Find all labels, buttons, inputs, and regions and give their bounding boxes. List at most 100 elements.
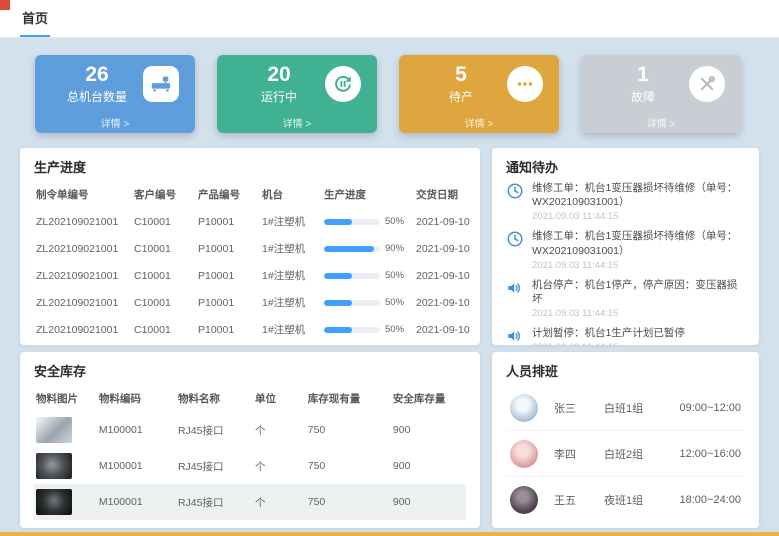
card-text: 20 运行中 bbox=[233, 64, 325, 105]
product-no: P10001 bbox=[196, 235, 260, 262]
shift-label: 白班1组 bbox=[604, 400, 676, 416]
material-code: M100001 bbox=[97, 448, 176, 484]
unit: 个 bbox=[253, 448, 306, 484]
stat-card-standby[interactable]: 5 待产 详情 > bbox=[399, 55, 559, 133]
table-row: ZL202109021001 C10001 P10001 1#注塑机 90% 2… bbox=[34, 235, 480, 262]
stat-value: 1 bbox=[637, 64, 649, 85]
progress-label: 50% bbox=[385, 216, 404, 227]
notification-body: 机台停产：机台1停产，停产原因：变压器损坏 2021.09.03 11:44:1… bbox=[532, 278, 745, 319]
delivery-date: 2021-09-10 bbox=[414, 262, 480, 289]
detail-link[interactable]: 详情 > bbox=[35, 115, 195, 130]
progress-bar bbox=[324, 273, 380, 279]
stat-label: 运行中 bbox=[261, 88, 297, 105]
panel-staff-schedule: 人员排班 张三 白班1组 09:00~12:00 李四 白班2组 12:00~1… bbox=[492, 352, 759, 528]
production-table: 制令单编号 客户编号 产品编号 机台 生产进度 交货日期 ZL202109021… bbox=[34, 181, 480, 343]
material-code: M100001 bbox=[97, 412, 176, 448]
column-header: 生产进度 bbox=[322, 181, 414, 208]
stat-card-total-machines[interactable]: 26 总机台数量 详情 > bbox=[35, 55, 195, 133]
staff-name: 李四 bbox=[554, 446, 604, 462]
notification-item[interactable]: 维修工单：机台1变压器损坏待维修（单号：WX202109031001） 2021… bbox=[506, 181, 745, 222]
column-header: 客户编号 bbox=[132, 181, 196, 208]
staff-name: 张三 bbox=[554, 400, 604, 416]
column-header: 机台 bbox=[260, 181, 322, 208]
material-image bbox=[36, 453, 72, 479]
stat-card-fault[interactable]: 1 故障 详情 > bbox=[581, 55, 741, 133]
material-name: RJ45接口 bbox=[176, 412, 253, 448]
column-header: 物料编码 bbox=[97, 385, 176, 412]
product-no: P10001 bbox=[196, 208, 260, 235]
stat-label: 待产 bbox=[449, 88, 473, 105]
stat-card-running[interactable]: 20 运行中 详情 > bbox=[217, 55, 377, 133]
schedule-row: 张三 白班1组 09:00~12:00 bbox=[506, 385, 745, 431]
avatar bbox=[510, 394, 538, 422]
stat-value: 20 bbox=[267, 64, 290, 85]
column-header: 制令单编号 bbox=[34, 181, 132, 208]
progress-bar-fill bbox=[324, 219, 352, 225]
shift-time: 09:00~12:00 bbox=[680, 402, 745, 414]
order-no: ZL202109021001 bbox=[34, 208, 132, 235]
material-code: M100001 bbox=[97, 484, 176, 520]
material-name: RJ45接口 bbox=[176, 484, 253, 520]
stat-cards: 26 总机台数量 详情 > 20 运行中 详情 > 5 待产 bbox=[35, 55, 741, 133]
product-no: P10001 bbox=[196, 289, 260, 316]
progress: 90% bbox=[324, 243, 412, 254]
detail-link[interactable]: 详情 > bbox=[217, 115, 377, 130]
progress: 50% bbox=[324, 297, 412, 308]
table-header-row: 制令单编号 客户编号 产品编号 机台 生产进度 交货日期 bbox=[34, 181, 480, 208]
shift-label: 白班2组 bbox=[604, 446, 676, 462]
customer-no: C10001 bbox=[132, 262, 196, 289]
unit: 个 bbox=[253, 484, 306, 520]
notification-item[interactable]: 计划暂停：机台1生产计划已暂停 2021.09.03 11:44:15 bbox=[506, 326, 745, 345]
window-corner-mark bbox=[0, 0, 10, 10]
notification-body: 计划暂停：机台1生产计划已暂停 2021.09.03 11:44:15 bbox=[532, 326, 745, 345]
table-row: ZL202109021001 C10001 P10001 1#注塑机 50% 2… bbox=[34, 289, 480, 316]
stat-label: 故障 bbox=[631, 88, 655, 105]
card-text: 1 故障 bbox=[597, 64, 689, 105]
product-no: P10001 bbox=[196, 316, 260, 343]
delivery-date: 2021-09-10 bbox=[414, 208, 480, 235]
delivery-date: 2021-09-10 bbox=[414, 316, 480, 343]
machine: 1#注塑机 bbox=[260, 316, 322, 343]
bottom-strip bbox=[0, 532, 779, 536]
notification-item[interactable]: 机台停产：机台1停产，停产原因：变压器损坏 2021.09.03 11:44:1… bbox=[506, 278, 745, 319]
detail-link[interactable]: 详情 > bbox=[399, 115, 559, 130]
progress-bar bbox=[324, 300, 380, 306]
machine: 1#注塑机 bbox=[260, 262, 322, 289]
table-row: M100001 RJ45接口 个 750 900 bbox=[34, 448, 466, 484]
notification-time: 2021.09.03 11:44:15 bbox=[532, 211, 745, 222]
notification-body: 维修工单：机台1变压器损坏待维修（单号：WX202109031001） 2021… bbox=[532, 229, 745, 270]
notification-item[interactable]: 维修工单：机台1变压器损坏待维修（单号：WX202109031001） 2021… bbox=[506, 229, 745, 270]
machine: 1#注塑机 bbox=[260, 289, 322, 316]
stat-value: 5 bbox=[455, 64, 467, 85]
safety-stock: 900 bbox=[391, 412, 466, 448]
delivery-date: 2021-09-10 bbox=[414, 289, 480, 316]
table-row: M100001 RJ45接口 个 750 900 bbox=[34, 412, 466, 448]
current-stock: 750 bbox=[306, 484, 391, 520]
product-no: P10001 bbox=[196, 262, 260, 289]
notification-time: 2021.09.03 11:44:15 bbox=[532, 308, 745, 319]
detail-link[interactable]: 详情 > bbox=[581, 115, 741, 130]
column-header: 物料图片 bbox=[34, 385, 97, 412]
column-header: 物料名称 bbox=[176, 385, 253, 412]
dashboard-grid: 生产进度 制令单编号 客户编号 产品编号 机台 生产进度 交货日期 ZL2021… bbox=[20, 148, 759, 528]
topbar: 首页 bbox=[0, 0, 779, 38]
progress: 50% bbox=[324, 216, 412, 227]
delivery-date: 2021-09-10 bbox=[414, 235, 480, 262]
table-header-row: 物料图片 物料编码 物料名称 单位 库存现有量 安全库存量 bbox=[34, 385, 466, 412]
stat-value: 26 bbox=[85, 64, 108, 85]
column-header: 交货日期 bbox=[414, 181, 480, 208]
card-main: 5 待产 bbox=[399, 55, 559, 113]
avatar bbox=[510, 440, 538, 468]
clock-icon bbox=[506, 182, 524, 200]
progress: 50% bbox=[324, 324, 412, 335]
card-text: 26 总机台数量 bbox=[51, 64, 143, 105]
tab-home[interactable]: 首页 bbox=[20, 0, 50, 37]
progress-bar bbox=[324, 219, 380, 225]
order-no: ZL202109021001 bbox=[34, 262, 132, 289]
machine: 1#注塑机 bbox=[260, 208, 322, 235]
column-header: 产品编号 bbox=[196, 181, 260, 208]
card-text: 5 待产 bbox=[415, 64, 507, 105]
progress-bar bbox=[324, 246, 380, 252]
shift-time: 12:00~16:00 bbox=[680, 448, 745, 460]
panel-title: 通知待办 bbox=[506, 157, 745, 176]
